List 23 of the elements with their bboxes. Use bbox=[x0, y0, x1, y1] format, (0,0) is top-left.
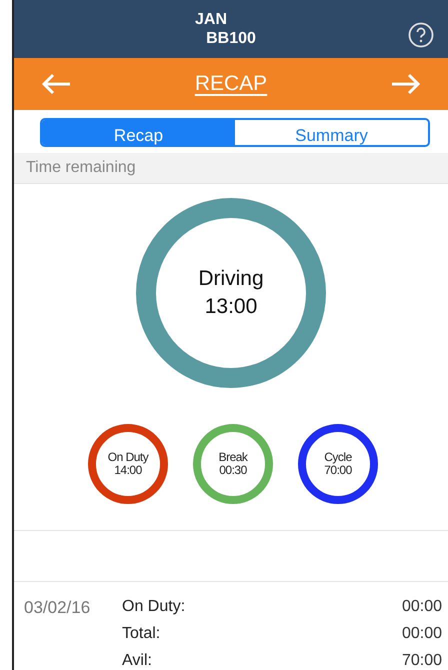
segment-tab[interactable]: Recap bbox=[42, 120, 235, 146]
row-label: Total: bbox=[122, 625, 160, 643]
row-label: On Duty: bbox=[122, 598, 186, 616]
row-value: 00:00 bbox=[402, 625, 442, 643]
ring-value: 13:00 bbox=[204, 294, 258, 320]
row-value: 70:00 bbox=[402, 652, 442, 670]
vehicle-id: BB100 bbox=[206, 28, 256, 48]
help-icon[interactable] bbox=[408, 22, 434, 48]
ring-label: Driving bbox=[198, 266, 264, 292]
ring-label: Cycle bbox=[324, 451, 352, 464]
ring-label: On Duty bbox=[108, 451, 148, 464]
back-arrow-icon[interactable] bbox=[40, 72, 72, 96]
row-value: 00:00 bbox=[402, 598, 442, 616]
forward-arrow-icon[interactable] bbox=[390, 72, 422, 96]
ring-value: 00:30 bbox=[219, 464, 247, 477]
ring-label: Break bbox=[218, 451, 248, 464]
row-label: Avil: bbox=[122, 652, 152, 670]
page-title: RECAP bbox=[194, 72, 268, 96]
ring-value: 70:00 bbox=[324, 464, 352, 477]
section-header: Time remaining bbox=[14, 153, 448, 183]
log-date: 03/02/16 bbox=[24, 598, 92, 619]
ring-value: 14:00 bbox=[114, 464, 142, 477]
driver-name: JAN bbox=[194, 10, 227, 29]
